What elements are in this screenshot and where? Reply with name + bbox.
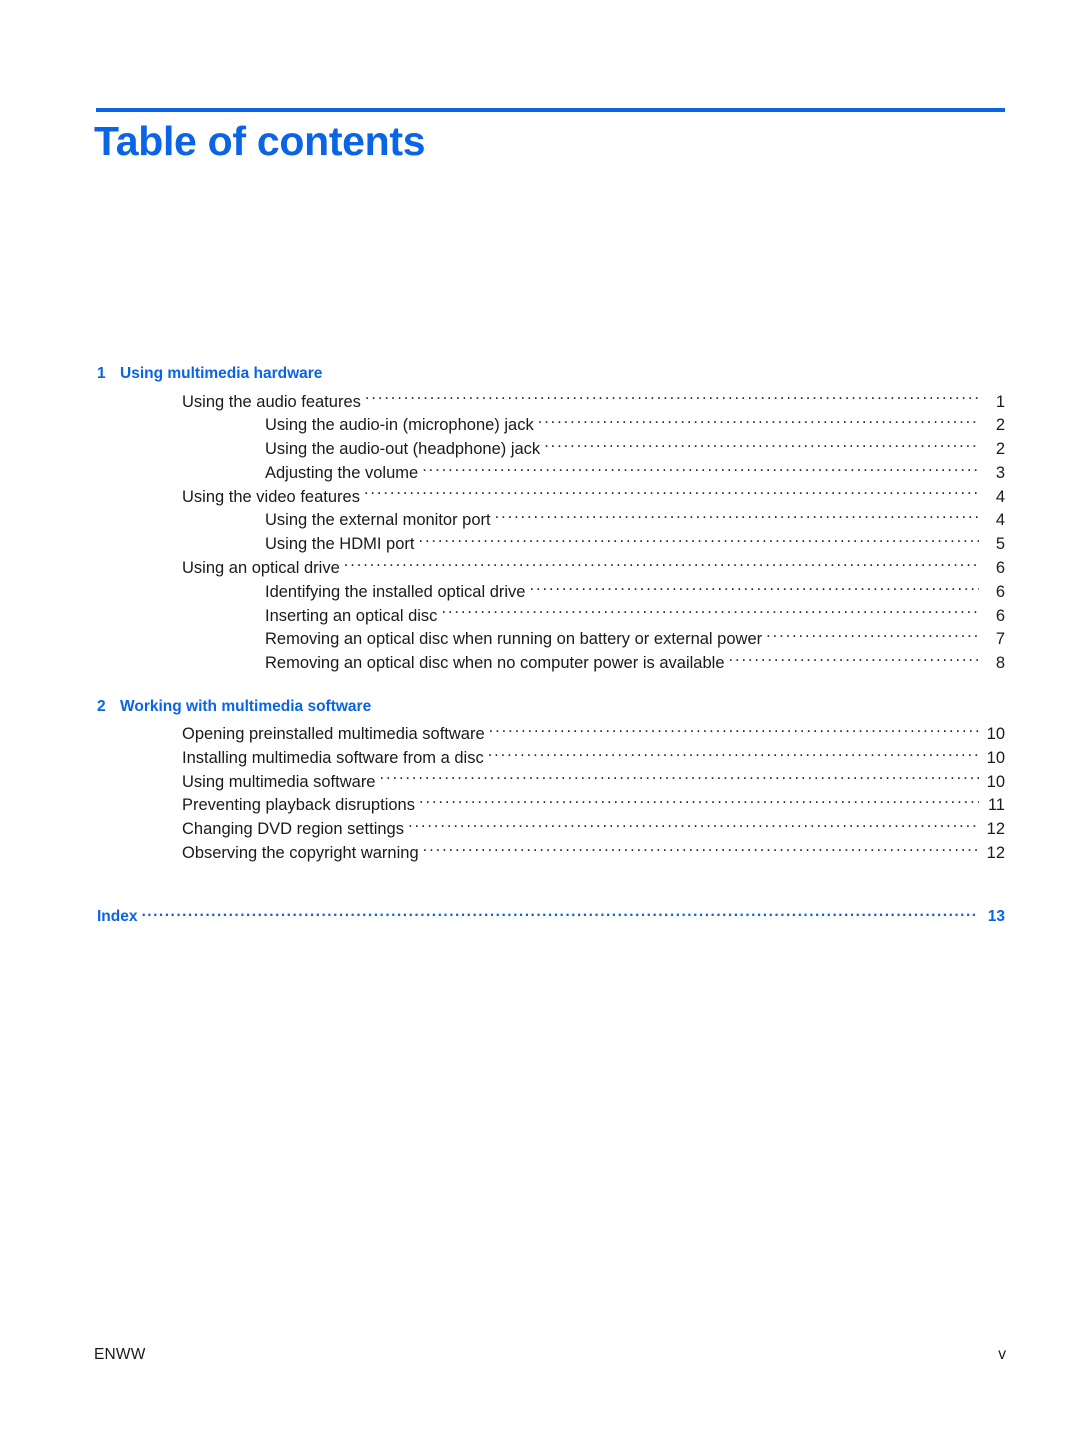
- toc-entry-page-number: 12: [986, 820, 1005, 839]
- toc-entry[interactable]: Identifying the installed optical drive 6: [0, 580, 1080, 604]
- toc-entry[interactable]: Using the audio-out (headphone) jack 2: [0, 438, 1080, 462]
- toc-entry-label: Identifying the installed optical drive: [265, 582, 526, 601]
- toc-entry[interactable]: Using the HDMI port 5: [0, 533, 1080, 557]
- footer-page-number: v: [998, 1346, 1006, 1363]
- page-title: Table of contents: [94, 118, 426, 164]
- dot-leader: [344, 557, 979, 574]
- toc-entry-label: Using the audio-out (headphone) jack: [265, 440, 541, 459]
- dot-leader: [423, 842, 979, 859]
- toc-entry-label: Using the video features: [182, 487, 360, 506]
- toc-entry[interactable]: Changing DVD region settings 12: [0, 818, 1080, 842]
- toc-entry-label: Removing an optical disc when no compute…: [265, 654, 725, 673]
- toc-entry-label: Opening preinstalled multimedia software: [182, 725, 485, 744]
- toc-entry-page-number: 1: [995, 392, 1005, 411]
- toc-entry[interactable]: Using the audio-in (microphone) jack 2: [0, 414, 1080, 438]
- dot-leader: [419, 794, 979, 811]
- chapter-title: Using multimedia hardware: [120, 365, 323, 382]
- toc-entry-page-number: 4: [995, 511, 1005, 530]
- toc-entry-label: Using the HDMI port: [265, 535, 415, 554]
- toc-entry-label: Changing DVD region settings: [182, 820, 404, 839]
- dot-leader: [364, 485, 979, 502]
- toc-entry[interactable]: Observing the copyright warning 12: [0, 842, 1080, 866]
- toc-entry[interactable]: Using the video features 4: [0, 485, 1080, 509]
- dot-leader: [538, 414, 979, 431]
- toc-entry-page-number: 10: [986, 748, 1005, 767]
- toc-entry[interactable]: Opening preinstalled multimedia software…: [0, 723, 1080, 747]
- toc-entry-page-number: 6: [995, 606, 1005, 625]
- toc-entry[interactable]: Preventing playback disruptions 11: [0, 794, 1080, 818]
- chapter-title: Working with multimedia software: [120, 697, 372, 715]
- dot-leader: [489, 723, 979, 740]
- toc-entry-label: Adjusting the volume: [265, 463, 419, 482]
- toc-entry-label: Observing the copyright warning: [182, 844, 419, 863]
- toc-entry-label: Preventing playback disruptions: [182, 796, 415, 815]
- toc-entry-label: Removing an optical disc when running on…: [265, 630, 763, 649]
- dot-leader: [380, 770, 980, 787]
- toc-entry[interactable]: Inserting an optical disc 6: [0, 604, 1080, 628]
- toc-entry[interactable]: Removing an optical disc when no compute…: [0, 652, 1080, 676]
- chapter-heading[interactable]: 2 Working with multimedia software: [0, 698, 1080, 716]
- toc-entry-page-number: 10: [986, 772, 1005, 791]
- dot-leader: [441, 604, 979, 621]
- toc-entry[interactable]: Adjusting the volume 3: [0, 461, 1080, 485]
- toc-entry-page-number: 11: [987, 796, 1005, 815]
- toc-entry-page-number: 4: [995, 487, 1005, 506]
- toc-entry[interactable]: Using the external monitor port 4: [0, 509, 1080, 533]
- dot-leader: [495, 509, 979, 526]
- toc-entry-page-number: 8: [995, 654, 1005, 673]
- toc-entry-label: Using the external monitor port: [265, 511, 491, 530]
- index-page-number: 13: [987, 907, 1005, 925]
- toc-entry-page-number: 3: [995, 463, 1005, 482]
- toc-entry[interactable]: Using an optical drive 6: [0, 557, 1080, 581]
- toc-entry-label: Inserting an optical disc: [265, 606, 438, 625]
- toc-index-entry[interactable]: Index 13: [0, 905, 1080, 926]
- page-footer: ENWW v: [94, 1346, 1006, 1364]
- toc-entry-page-number: 12: [986, 844, 1005, 863]
- toc-chapter: 2 Working with multimedia software Opening…: [0, 698, 1080, 866]
- toc-entry[interactable]: Using the audio features 1: [0, 390, 1080, 414]
- toc-entry-label: Using multimedia software: [182, 772, 376, 791]
- toc-entry-page-number: 6: [995, 582, 1005, 601]
- chapter-number: 2: [97, 697, 106, 715]
- dot-leader: [729, 652, 980, 669]
- toc-entry-label: Installing multimedia software from a di…: [182, 748, 484, 767]
- toc-entry-label: Using the audio-in (microphone) jack: [265, 416, 534, 435]
- toc-entry-page-number: 5: [995, 535, 1005, 554]
- chapter-heading[interactable]: 1 Using multimedia hardware: [0, 365, 1080, 383]
- dot-leader: [530, 580, 980, 597]
- toc-entry-page-number: 10: [986, 725, 1005, 744]
- title-divider-rule: [96, 108, 1005, 112]
- toc-entry-label: Using an optical drive: [182, 559, 340, 578]
- toc-entry[interactable]: Using multimedia software 10: [0, 770, 1080, 794]
- toc-chapter: 1 Using multimedia hardware Using the audi…: [0, 365, 1080, 676]
- chapter-number: 1: [97, 365, 106, 382]
- dot-leader: [544, 438, 979, 455]
- toc-entry-page-number: 2: [995, 440, 1005, 459]
- dot-leader: [488, 746, 979, 763]
- toc-page: Table of contents 1 Using multimedia hard…: [0, 0, 1080, 1437]
- dot-leader: [365, 390, 979, 407]
- toc-entry[interactable]: Removing an optical disc when running on…: [0, 628, 1080, 652]
- dot-leader: [766, 628, 979, 645]
- dot-leader: [418, 533, 979, 550]
- dot-leader: [408, 818, 979, 835]
- toc-entry-page-number: 7: [995, 630, 1005, 649]
- dot-leader: [422, 461, 979, 478]
- index-label: Index: [97, 907, 138, 925]
- footer-language-code: ENWW: [94, 1346, 146, 1363]
- dot-leader: [141, 905, 977, 921]
- toc-entry-page-number: 2: [995, 416, 1005, 435]
- toc-entry[interactable]: Installing multimedia software from a di…: [0, 746, 1080, 770]
- toc-entry-label: Using the audio features: [182, 392, 361, 411]
- table-of-contents: 1 Using multimedia hardware Using the audi…: [0, 365, 1080, 926]
- toc-entry-page-number: 6: [995, 559, 1005, 578]
